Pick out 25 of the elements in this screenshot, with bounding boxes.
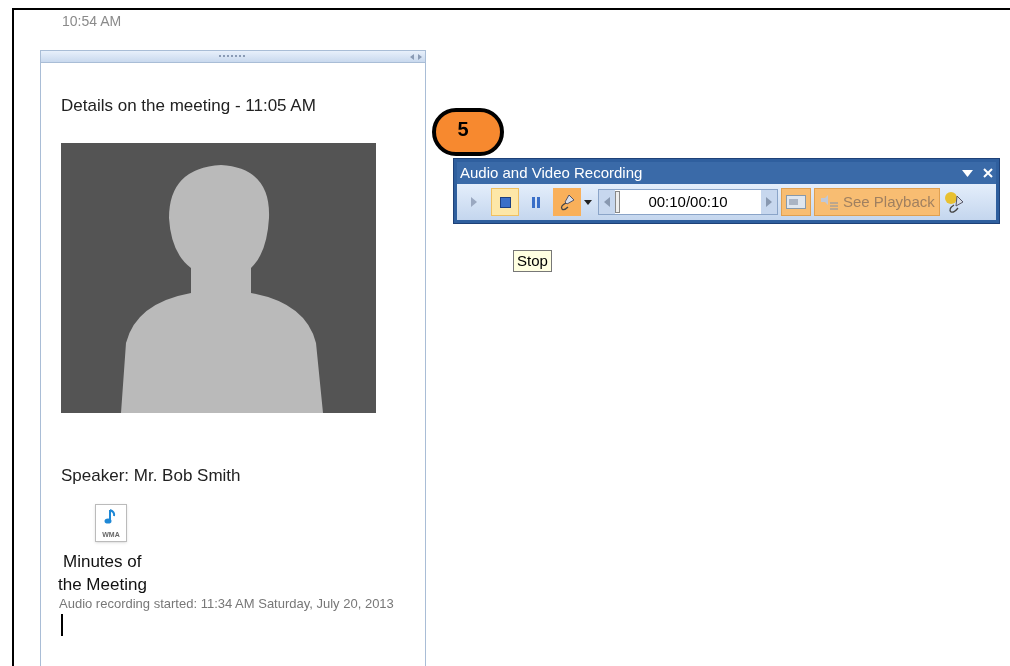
resize-arrows-icon (410, 53, 422, 60)
time-readout: 00:10/00:10 (648, 191, 728, 212)
toolbar-title: Audio and Video Recording (460, 164, 643, 182)
grip-icon (219, 55, 247, 58)
slider-thumb[interactable] (615, 191, 620, 213)
music-note-icon (104, 509, 118, 525)
speaker-icon (819, 194, 839, 210)
stop-icon (499, 196, 511, 208)
tooltip: Stop (513, 250, 552, 272)
attachment-name: Minutes of the Meeting (58, 551, 147, 596)
dropdown-icon[interactable] (962, 169, 973, 177)
caret-icon[interactable] (584, 199, 592, 205)
play-icon (470, 196, 478, 208)
step-badge: 5 (432, 108, 504, 156)
stop-button[interactable] (491, 188, 519, 216)
speaker-label: Speaker: Mr. Bob Smith (61, 464, 241, 487)
text-cursor (61, 614, 63, 636)
note-title: Details on the meeting - 11:05 AM (61, 95, 316, 117)
time-slider[interactable]: 00:10/00:10 (598, 189, 778, 215)
recording-info: Audio recording started: 11:34 AM Saturday, July 20, 2013 (59, 596, 395, 612)
close-icon[interactable] (983, 168, 993, 178)
record-button[interactable] (553, 188, 581, 216)
pause-icon (531, 196, 541, 208)
timestamp: 10:54 AM (62, 14, 122, 28)
video-icon (786, 195, 806, 209)
